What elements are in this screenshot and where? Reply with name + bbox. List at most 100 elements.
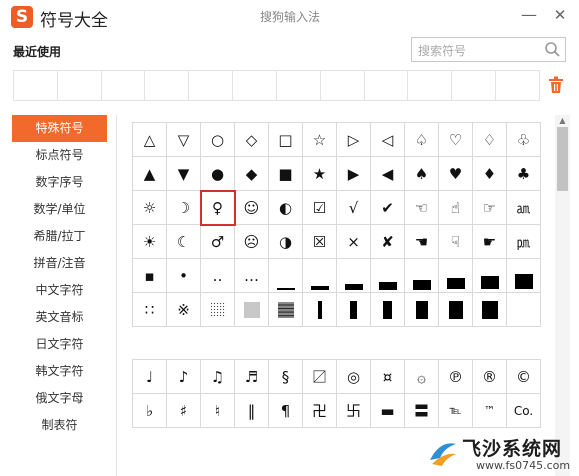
symbol-cell[interactable]	[201, 293, 235, 327]
symbol-cell[interactable]: ☼	[133, 191, 167, 225]
symbol-cell[interactable]: ■	[269, 157, 303, 191]
recent-symbol-slot[interactable]	[233, 71, 277, 100]
symbol-cell[interactable]: 卍	[303, 394, 337, 428]
symbol-cell[interactable]: □	[269, 123, 303, 157]
symbol-cell[interactable]: ☽	[167, 191, 201, 225]
symbol-cell[interactable]: ☹	[235, 225, 269, 259]
symbol-cell[interactable]: ☆	[303, 123, 337, 157]
symbol-cell[interactable]	[337, 259, 371, 293]
close-button[interactable]: ✕	[549, 4, 571, 26]
recent-symbol-slot[interactable]	[145, 71, 190, 100]
symbol-cell[interactable]	[269, 259, 303, 293]
symbol-cell[interactable]: ♣	[507, 157, 541, 191]
symbol-cell[interactable]: ‥	[201, 259, 235, 293]
symbol-cell[interactable]: ♫	[201, 360, 235, 394]
sidebar-item[interactable]: 特殊符号	[12, 115, 107, 142]
vertical-scrollbar[interactable]: ▲	[555, 115, 570, 476]
symbol-cell[interactable]: •	[167, 259, 201, 293]
symbol-cell[interactable]	[473, 293, 507, 327]
sidebar-item[interactable]: 数字序号	[12, 169, 107, 196]
recent-symbol-slot[interactable]	[58, 71, 102, 100]
symbol-cell[interactable]	[303, 259, 337, 293]
symbol-cell[interactable]: ♩	[133, 360, 167, 394]
symbol-cell[interactable]: 〼	[303, 360, 337, 394]
symbol-cell[interactable]: ‖	[235, 394, 269, 428]
recent-symbol-slot[interactable]	[408, 71, 453, 100]
symbol-cell[interactable]: ◑	[269, 225, 303, 259]
symbol-cell[interactable]: ♀	[200, 190, 236, 226]
symbol-cell[interactable]: ℗	[439, 360, 473, 394]
recent-symbol-slot[interactable]	[321, 71, 365, 100]
symbol-cell[interactable]	[473, 259, 507, 293]
symbol-cell[interactable]: ♭	[133, 394, 167, 428]
symbol-cell[interactable]	[507, 293, 541, 327]
symbol-cell[interactable]: ▽	[167, 123, 201, 157]
symbol-cell[interactable]: ●	[201, 157, 235, 191]
symbol-cell[interactable]	[507, 259, 541, 293]
symbol-cell[interactable]: ▲	[133, 157, 167, 191]
symbol-cell[interactable]: ℡	[439, 394, 473, 428]
symbol-cell[interactable]: ☟	[439, 225, 473, 259]
symbol-cell[interactable]: √	[337, 191, 371, 225]
symbol-cell[interactable]: ♮	[201, 394, 235, 428]
symbol-cell[interactable]: ♂	[201, 225, 235, 259]
sidebar-item[interactable]: 希腊/拉丁	[12, 223, 107, 250]
symbol-cell[interactable]: ☛	[473, 225, 507, 259]
symbol-cell[interactable]: ¤	[371, 360, 405, 394]
sidebar-item[interactable]: 制表符	[12, 412, 107, 439]
symbol-cell[interactable]	[371, 259, 405, 293]
symbol-cell[interactable]: ◀	[371, 157, 405, 191]
symbol-cell[interactable]: ◇	[235, 123, 269, 157]
symbol-cell[interactable]	[405, 259, 439, 293]
symbol-cell[interactable]: Co.	[507, 394, 541, 428]
recent-symbol-slot[interactable]	[14, 71, 58, 100]
symbol-cell[interactable]: ♤	[405, 123, 439, 157]
minimize-button[interactable]: —	[518, 4, 540, 26]
symbol-cell[interactable]: ▪	[133, 259, 167, 293]
symbol-cell[interactable]: ◁	[371, 123, 405, 157]
recent-symbol-slot[interactable]	[452, 71, 497, 100]
symbol-cell[interactable]: 卐	[337, 394, 371, 428]
symbol-cell[interactable]: ☝	[439, 191, 473, 225]
sidebar-item[interactable]: 日文字符	[12, 331, 107, 358]
symbol-cell[interactable]: ☾	[167, 225, 201, 259]
symbol-cell[interactable]: ◎	[337, 360, 371, 394]
symbol-cell[interactable]: ♯	[167, 394, 201, 428]
symbol-cell[interactable]: …	[235, 259, 269, 293]
symbol-cell[interactable]	[405, 293, 439, 327]
scroll-thumb[interactable]	[557, 127, 568, 191]
symbol-cell[interactable]: ♠	[405, 157, 439, 191]
symbol-cell[interactable]: ¶	[269, 394, 303, 428]
sidebar-item[interactable]: 拼音/注音	[12, 250, 107, 277]
search-icon[interactable]	[544, 41, 561, 58]
sidebar-item[interactable]: 俄文字母	[12, 385, 107, 412]
symbol-cell[interactable]: ☑	[303, 191, 337, 225]
symbol-cell[interactable]: ♬	[235, 360, 269, 394]
symbol-cell[interactable]: ☜	[405, 191, 439, 225]
symbol-cell[interactable]: ★	[303, 157, 337, 191]
symbol-cell[interactable]: §	[269, 360, 303, 394]
symbol-cell[interactable]	[235, 293, 269, 327]
symbol-cell[interactable]: ◆	[235, 157, 269, 191]
recent-symbol-slot[interactable]	[496, 71, 539, 100]
symbol-cell[interactable]: ☒	[303, 225, 337, 259]
recent-symbol-slot[interactable]	[189, 71, 234, 100]
recent-symbol-slot[interactable]	[365, 71, 409, 100]
symbol-cell[interactable]: ☺	[235, 191, 269, 225]
symbol-cell[interactable]: ※	[167, 293, 201, 327]
symbol-cell[interactable]: ▼	[167, 157, 201, 191]
symbol-cell[interactable]: ▷	[337, 123, 371, 157]
symbol-cell[interactable]: ○	[201, 123, 235, 157]
symbol-cell[interactable]: ♢	[473, 123, 507, 157]
symbol-cell[interactable]	[337, 293, 371, 327]
symbol-cell[interactable]	[371, 293, 405, 327]
symbol-cell[interactable]: ♦	[473, 157, 507, 191]
symbol-cell[interactable]: ☚	[405, 225, 439, 259]
symbol-cell[interactable]: ♥	[439, 157, 473, 191]
symbol-cell[interactable]: ®	[473, 360, 507, 394]
symbol-cell[interactable]	[439, 293, 473, 327]
symbol-cell[interactable]: ㏘	[507, 225, 541, 259]
recent-symbol-slot[interactable]	[102, 71, 146, 100]
sidebar-item[interactable]: 标点符号	[12, 142, 107, 169]
symbol-cell[interactable]: ▬	[371, 394, 405, 428]
